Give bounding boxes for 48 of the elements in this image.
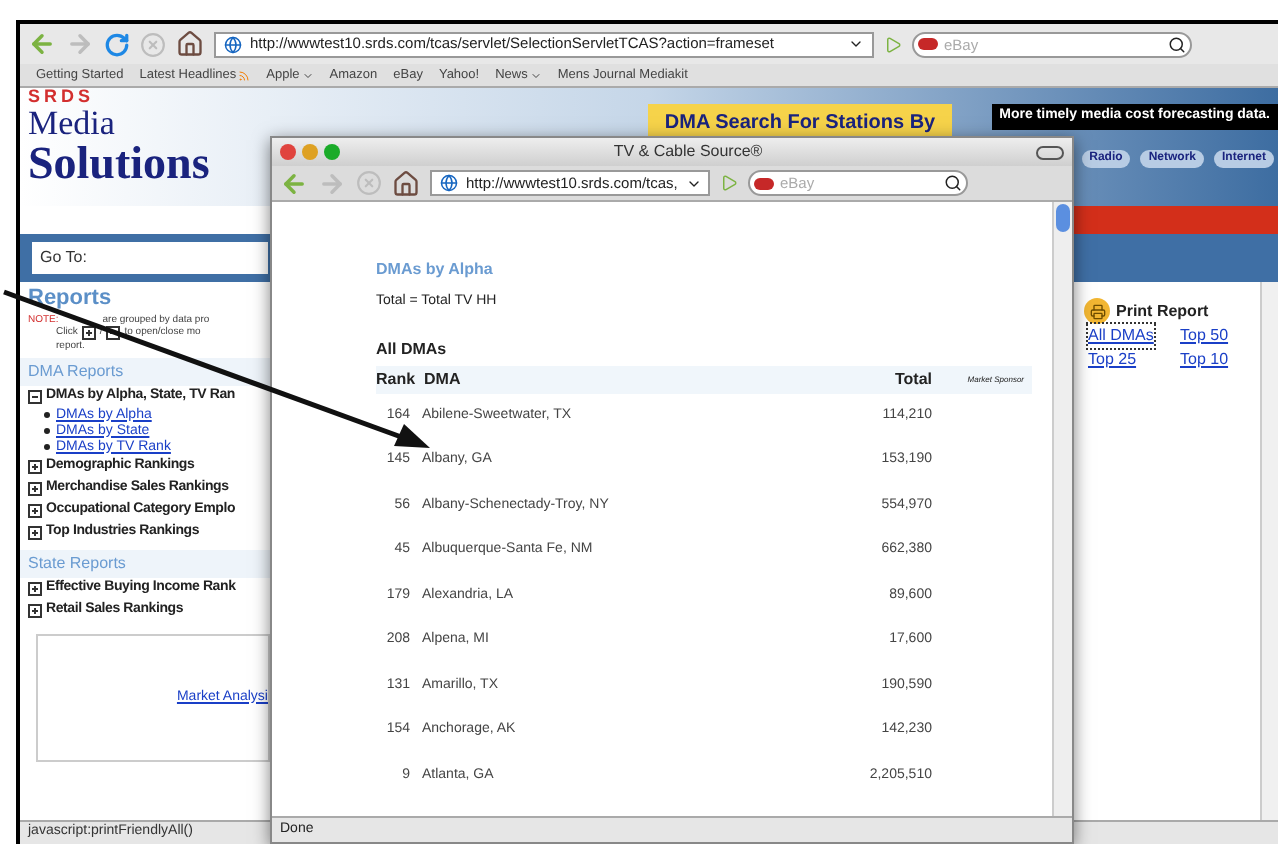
globe-icon — [440, 174, 458, 192]
bullet-icon — [44, 412, 50, 419]
bullet-icon — [44, 444, 50, 451]
printer-icon — [1084, 298, 1110, 324]
scroll-thumb[interactable] — [1056, 204, 1070, 232]
section-heading: DMA Reports — [20, 357, 270, 386]
expand-icon[interactable] — [81, 325, 96, 340]
print-link[interactable]: Top 50 — [1180, 324, 1229, 348]
section-title: All DMAs — [376, 337, 449, 361]
logo-solutions: Solutions — [28, 140, 212, 186]
toolbar-toggle-icon[interactable] — [1036, 145, 1064, 159]
bullet-icon — [44, 428, 50, 435]
print-title: Print Report — [1116, 299, 1209, 323]
print-link[interactable]: All DMAs — [1088, 324, 1154, 348]
section-heading: State Reports — [20, 549, 270, 578]
expand-icon[interactable] — [28, 481, 42, 496]
reload-icon[interactable] — [104, 31, 130, 57]
dropdown-icon — [529, 69, 542, 81]
reports-title: Reports — [28, 286, 114, 314]
popup-scrollbar[interactable] — [1052, 202, 1072, 816]
scrollbar[interactable] — [1260, 282, 1278, 820]
report-heading: DMAs by Alpha — [376, 258, 495, 282]
logo-media: Media — [28, 106, 117, 140]
expand-icon[interactable] — [28, 525, 42, 540]
dropdown-icon — [301, 69, 314, 81]
home-icon[interactable] — [392, 169, 420, 197]
expand-icon[interactable] — [28, 603, 42, 618]
column-header: Total — [892, 367, 932, 391]
logo-brand: SRDS — [28, 88, 97, 106]
home-icon[interactable] — [176, 30, 204, 58]
print-link[interactable]: Top 10 — [1180, 348, 1229, 372]
expand-icon[interactable] — [28, 503, 42, 518]
expand-icon[interactable] — [28, 581, 42, 596]
globe-icon — [224, 35, 242, 53]
search-icon[interactable] — [1168, 35, 1186, 53]
collapse-icon[interactable] — [106, 325, 121, 340]
collapse-icon[interactable] — [28, 389, 42, 404]
goto-field[interactable]: Go To: — [32, 242, 268, 274]
expand-icon[interactable] — [28, 459, 42, 474]
search-icon[interactable] — [944, 174, 962, 192]
promo-banner[interactable]: DMA Search For Stations By — [648, 104, 952, 136]
column-header: Rank — [376, 367, 418, 391]
close-icon[interactable] — [280, 144, 296, 160]
column-header: DMA — [424, 367, 463, 391]
dropdown-icon[interactable] — [848, 36, 864, 52]
window-title: TV & Cable Source® — [611, 140, 765, 164]
print-link[interactable]: Top 25 — [1088, 348, 1137, 372]
feed-icon — [238, 69, 251, 81]
